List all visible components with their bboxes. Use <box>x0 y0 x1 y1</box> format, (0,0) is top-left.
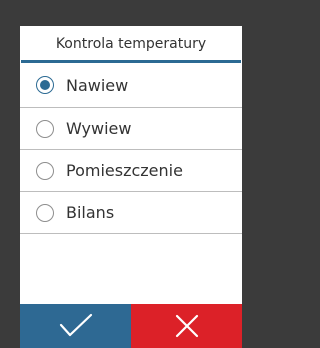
option-wywiew[interactable]: Wywiew <box>20 108 242 150</box>
option-label: Bilans <box>66 203 115 222</box>
checkmark-icon <box>59 313 92 337</box>
close-icon <box>175 314 198 338</box>
radio-button-nawiew[interactable] <box>36 76 54 94</box>
dialog-footer <box>20 304 242 348</box>
dialog-title: Kontrola temperatury <box>55 36 207 52</box>
radio-button-pomieszczenie[interactable] <box>36 161 54 180</box>
option-bilans[interactable]: Bilans <box>20 192 242 234</box>
temperature-control-dialog: Kontrola temperatury Nawiew Wywiew Pomie… <box>20 26 242 348</box>
option-label: Nawiew <box>66 75 129 95</box>
confirm-button[interactable] <box>20 304 131 348</box>
radio-button-bilans[interactable] <box>36 203 54 222</box>
option-label: Wywiew <box>66 119 132 138</box>
option-nawiew[interactable]: Nawiew <box>20 63 242 108</box>
radio-selected-dot <box>40 80 50 90</box>
option-label: Pomieszczenie <box>66 161 183 180</box>
option-pomieszczenie[interactable]: Pomieszczenie <box>20 150 242 192</box>
radio-button-wywiew[interactable] <box>36 119 54 138</box>
option-list: Nawiew Wywiew Pomieszczenie Bilans <box>20 63 242 234</box>
cancel-button[interactable] <box>131 304 242 348</box>
